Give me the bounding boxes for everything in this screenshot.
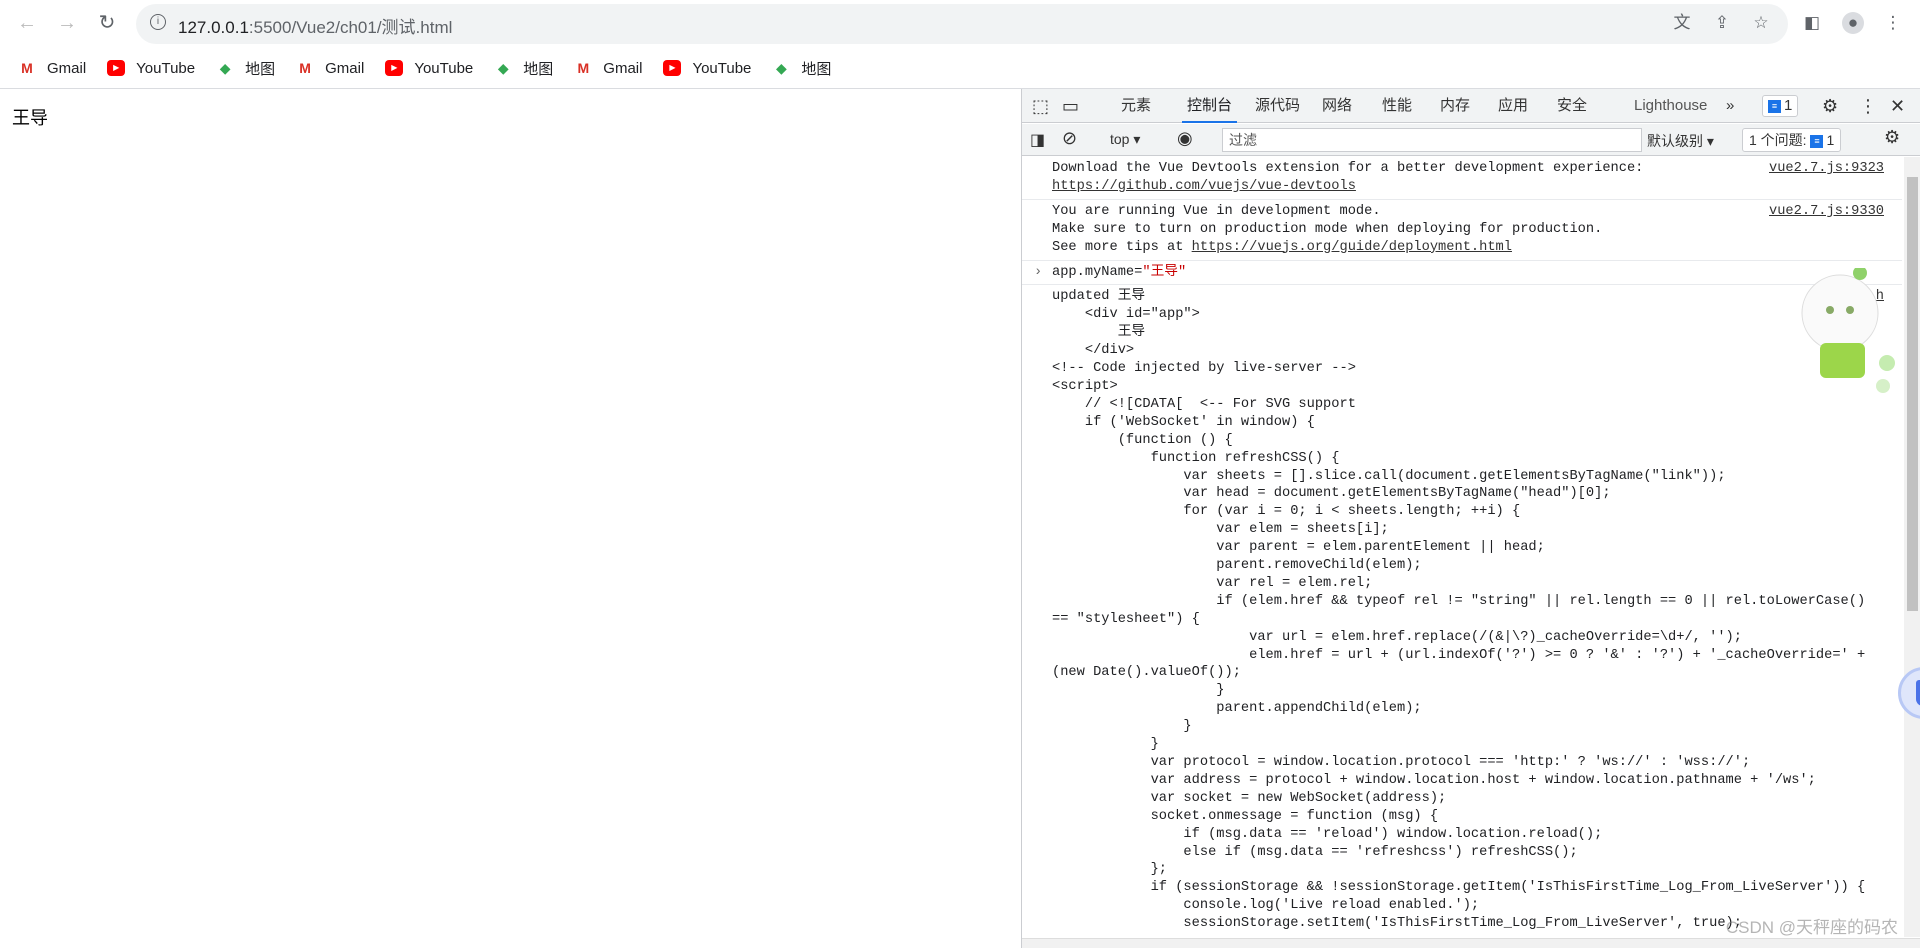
context-selector[interactable]: top ▾ <box>1110 131 1140 148</box>
tab-network[interactable]: 网络 <box>1322 89 1352 123</box>
clear-console-icon[interactable]: ⊘ <box>1062 128 1077 149</box>
live-expression-eye-icon[interactable]: ◉ <box>1177 128 1193 149</box>
gmail-icon: M <box>299 60 311 76</box>
chevron-right-icon: › <box>1034 264 1043 280</box>
close-icon[interactable]: ✕ <box>1890 89 1905 123</box>
bookmark-label: Gmail <box>603 59 643 77</box>
console-toolbar: ◨ ⊘ top ▾ ◉ 过滤 默认级别 ▾ 1 个问题: ≡ 1 ⚙ <box>1022 124 1920 156</box>
tab-performance[interactable]: 性能 <box>1382 89 1412 123</box>
issue-icon: ≡ <box>1768 99 1781 113</box>
more-options-icon[interactable]: ⋮ <box>1859 89 1877 123</box>
filter-input[interactable]: 过滤 <box>1222 128 1642 152</box>
console-input-echo: › app.myName="王导" <box>1022 261 1902 286</box>
tab-sources[interactable]: 源代码 <box>1255 89 1300 123</box>
youtube-icon: ▶ <box>663 60 682 76</box>
bookmark-label: Gmail <box>47 59 87 77</box>
scrollbar-thumb[interactable] <box>1907 177 1918 611</box>
message-text: You are running Vue in development mode. <box>1052 203 1381 219</box>
forward-button[interactable]: → <box>54 10 80 36</box>
bookmark-label: YouTube <box>692 59 752 77</box>
bookmark-label: 地图 <box>801 60 832 78</box>
horizontal-scrollbar[interactable] <box>1022 938 1920 948</box>
share-icon[interactable]: ⇪ <box>1711 12 1733 34</box>
bookmark-item[interactable]: ▶ YouTube <box>107 60 195 77</box>
input-expression: app.myName= <box>1052 264 1143 280</box>
decorative-sticker-icon <box>1801 268 1895 393</box>
bookmark-item[interactable]: M Gmail <box>574 60 642 77</box>
site-info-icon[interactable]: i <box>150 14 166 30</box>
issues-button[interactable]: 1 个问题: ≡ 1 <box>1742 128 1842 152</box>
devtools-tabbar: ⬚ ▭ 元素 控制台 源代码 网络 性能 内存 应用 安全 Lighthouse… <box>1022 89 1920 123</box>
sidebar-toggle-icon[interactable]: ◨ <box>1030 130 1045 150</box>
issues-counter[interactable]: ≡ 1 <box>1762 95 1799 117</box>
vertical-scrollbar[interactable] <box>1904 157 1920 937</box>
bookmark-item[interactable]: M Gmail <box>296 60 364 77</box>
url-text[interactable]: 127.0.0.1:5500/Vue2/ch01/测试.html <box>178 13 452 38</box>
devtools-panel: ⬚ ▭ 元素 控制台 源代码 网络 性能 内存 应用 安全 Lighthouse… <box>1021 89 1920 948</box>
bookmark-star-icon[interactable]: ☆ <box>1750 12 1772 34</box>
bookmark-item[interactable]: ◆ 地图 <box>216 58 275 79</box>
bookmark-label: 地图 <box>245 60 276 78</box>
message-link[interactable]: https://github.com/vuejs/vue-devtools <box>1052 179 1356 194</box>
profile-avatar[interactable]: ● <box>1842 12 1864 34</box>
maps-icon: ◆ <box>219 60 231 76</box>
device-toolbar-icon[interactable]: ▭ <box>1062 89 1079 123</box>
browser-toolbar: ← → ↻ i 127.0.0.1:5500/Vue2/ch01/测试.html… <box>0 0 1920 46</box>
console-settings-icon[interactable]: ⚙ <box>1884 127 1900 148</box>
log-text: updated 王导 <div id="app"> 王导 </div> <!--… <box>1052 289 1866 932</box>
bookmark-item[interactable]: ◆ 地图 <box>772 58 831 79</box>
bookmark-item[interactable]: M Gmail <box>18 60 86 77</box>
maps-icon: ◆ <box>776 60 787 76</box>
reload-button[interactable]: ↻ <box>94 10 120 36</box>
bookmark-label: 地图 <box>523 60 554 78</box>
source-link[interactable]: vue2.7.js:9330 <box>1769 203 1884 221</box>
youtube-icon: ▶ <box>385 60 404 76</box>
log-level-value: 默认级别 <box>1647 133 1703 149</box>
gmail-icon: M <box>21 60 33 76</box>
back-button[interactable]: ← <box>14 10 40 36</box>
tab-lighthouse[interactable]: Lighthouse <box>1634 89 1707 123</box>
message-text: See more tips at <box>1052 239 1192 255</box>
maps-icon: ◆ <box>497 60 509 76</box>
side-panel-icon[interactable]: ◧ <box>1801 12 1823 34</box>
tab-console[interactable]: 控制台 <box>1182 89 1238 123</box>
input-string-value: "王导" <box>1142 264 1187 280</box>
bookmark-label: YouTube <box>136 59 196 77</box>
inspect-element-icon[interactable]: ⬚ <box>1032 89 1049 123</box>
message-link[interactable]: https://vuejs.org/guide/deployment.html <box>1192 240 1512 255</box>
issues-count: 1 <box>1784 97 1793 114</box>
bookmark-label: YouTube <box>414 59 474 77</box>
console-output: Download the Vue Devtools extension for … <box>1022 157 1902 937</box>
watermark: CSDN @天秤座的码农 <box>1725 918 1898 937</box>
issue-icon: ≡ <box>1810 134 1824 148</box>
url-host: 127.0.0.1 <box>178 18 249 37</box>
page-content-text: 王导 <box>12 108 48 128</box>
settings-gear-icon[interactable]: ⚙ <box>1822 89 1838 123</box>
bookmark-item[interactable]: ▶ YouTube <box>663 60 751 77</box>
bookmark-item[interactable]: ◆ 地图 <box>494 58 553 79</box>
message-text: Make sure to turn on production mode whe… <box>1052 221 1603 237</box>
tab-application[interactable]: 应用 <box>1498 89 1528 123</box>
issues-count: 1 <box>1826 132 1835 148</box>
translate-icon[interactable]: 文 <box>1671 12 1693 34</box>
console-log-output: updated 王导 <div id="app"> 王导 </div> <!--… <box>1022 285 1902 936</box>
bookmark-label: Gmail <box>325 59 365 77</box>
tab-security[interactable]: 安全 <box>1557 89 1587 123</box>
tab-memory[interactable]: 内存 <box>1440 89 1470 123</box>
console-message: Download the Vue Devtools extension for … <box>1022 157 1902 200</box>
issues-label: 1 个问题: <box>1749 132 1807 148</box>
bookmarks-bar: M Gmail ▶ YouTube ◆ 地图 M Gmail ▶ YouTube ◆ 地图 M Gmail… <box>0 50 1020 86</box>
more-tabs-icon[interactable]: » <box>1726 89 1734 123</box>
youtube-icon: ▶ <box>107 60 126 76</box>
bookmark-item[interactable]: ▶ YouTube <box>385 60 473 77</box>
gmail-icon: M <box>577 60 590 76</box>
context-value: top <box>1110 131 1130 147</box>
source-link[interactable]: vue2.7.js:9323 <box>1769 160 1884 178</box>
menu-icon[interactable]: ⋮ <box>1882 12 1904 34</box>
log-level-dropdown[interactable]: 默认级别 ▾ <box>1647 131 1714 151</box>
url-path: :5500/Vue2/ch01/测试.html <box>248 18 453 37</box>
tab-elements[interactable]: 元素 <box>1121 89 1151 123</box>
console-message: You are running Vue in development mode.… <box>1022 200 1902 261</box>
message-text: Download the Vue Devtools extension for … <box>1052 161 1644 176</box>
